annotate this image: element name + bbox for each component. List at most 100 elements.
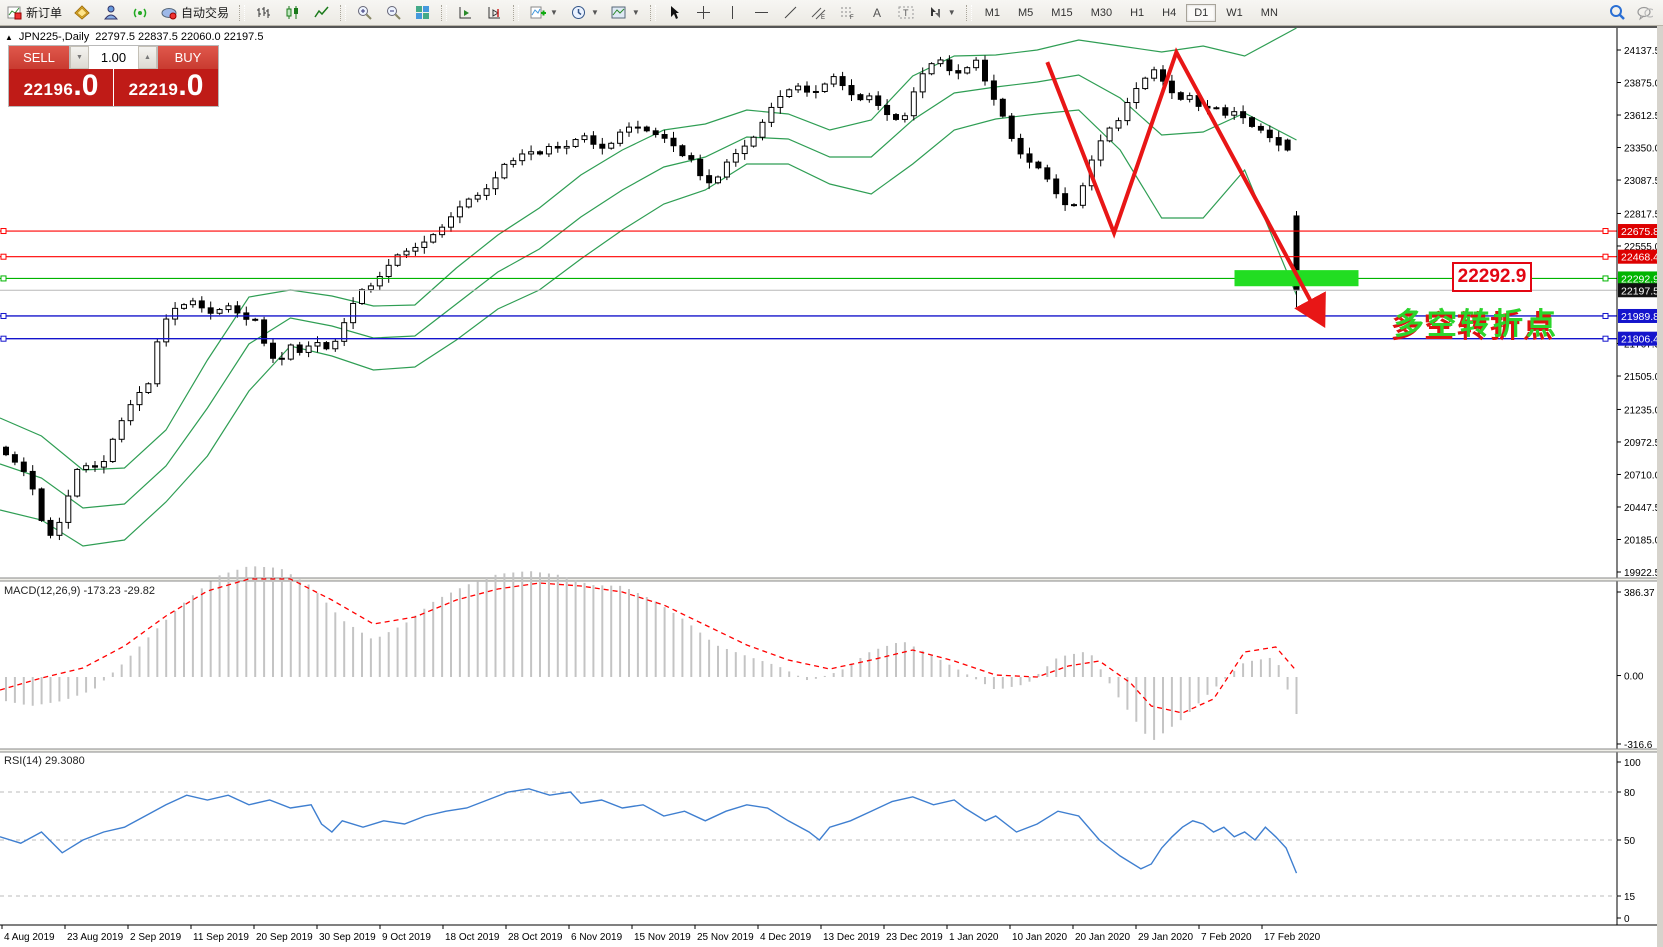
date-tick: 13 Dec 2019 [823,932,880,943]
signals-button[interactable] [127,1,154,24]
timeframe-h1[interactable]: H1 [1122,4,1152,22]
candle-down [662,135,667,139]
chart-canvas[interactable]: 24137.523875.023612.523350.023087.522817… [0,0,1663,947]
line-handle[interactable] [1603,313,1608,318]
bar-chart-button[interactable] [250,1,277,24]
candle-up [449,217,454,227]
channel-button[interactable]: E [806,1,833,24]
search-icon[interactable] [1609,4,1626,21]
profile-button[interactable] [98,1,125,24]
price-annotation-box[interactable]: 22292.9 [1452,262,1532,292]
trendline-button[interactable] [777,1,804,24]
candle-up [520,154,525,161]
timeframe-m5[interactable]: M5 [1010,4,1041,22]
candle-up [413,247,418,251]
zoom-out-button[interactable] [380,1,407,24]
timeframe-m30[interactable]: M30 [1083,4,1120,22]
zoom-in-icon [356,4,373,21]
volume-decrease-button[interactable]: ▼ [70,46,89,69]
macd-name: MACD(12,26,9) [4,585,80,597]
shift-chart-button[interactable] [452,1,479,24]
toolbar-grip [340,5,346,21]
candle-down [1276,138,1281,145]
horizontal-line-button[interactable] [748,1,775,24]
line-handle[interactable] [1,336,6,341]
auto-trading-button[interactable]: 自动交易 [156,1,234,24]
buy-button[interactable]: BUY [158,46,218,69]
candle-up [974,60,979,67]
price-tick: 24137.5 [1624,46,1661,57]
line-handle[interactable] [1,313,6,318]
candle-up [564,146,569,148]
cursor-button[interactable] [661,1,688,24]
candle-up [742,146,747,153]
toolbar-right-group [1609,4,1663,21]
candle-down [199,301,204,308]
line-handle[interactable] [1603,229,1608,234]
candlestick-chart-button[interactable] [279,1,306,24]
timeframe-mn[interactable]: MN [1253,4,1286,22]
buy-price[interactable]: 22219 .0 [114,69,218,106]
community-icon[interactable] [1636,4,1653,21]
line-handle[interactable] [1,276,6,281]
line-handle[interactable] [1603,254,1608,259]
candle-down [1000,99,1005,116]
sell-price-frac: .0 [73,73,98,99]
line-handle[interactable] [1603,276,1608,281]
timeframe-d1[interactable]: D1 [1186,4,1216,22]
candle-up [822,84,827,91]
timeframe-m1[interactable]: M1 [977,4,1008,22]
tile-windows-button[interactable] [409,1,436,24]
volume-value[interactable]: 1.00 [89,46,138,69]
price-tick: 23612.5 [1624,111,1661,122]
ticket-button[interactable] [69,1,96,24]
volume-increase-button[interactable]: ▲ [138,46,157,69]
macd-tick: 386.37 [1624,588,1655,599]
candle-up [609,143,614,148]
fibonacci-button[interactable]: F [835,1,862,24]
horizontal-line-icon [753,4,770,21]
line-handle[interactable] [1,229,6,234]
candle-down [1045,168,1050,179]
line-handle[interactable] [1,254,6,259]
candle-up [128,405,133,421]
candle-up [529,152,534,154]
periods-button[interactable]: ▼ [565,1,604,24]
label-button[interactable]: T [893,1,920,24]
candle-up [101,462,106,468]
timeframe-h4[interactable]: H4 [1154,4,1184,22]
date-tick: 29 Jan 2020 [1138,932,1193,943]
sell-button[interactable]: SELL [9,46,69,69]
collapse-panel-icon[interactable]: ▲ [5,33,13,42]
candle-up [1152,70,1157,78]
candle-up [831,77,836,84]
date-tick: 15 Nov 2019 [634,932,691,943]
timeframe-m15[interactable]: M15 [1043,4,1080,22]
candle-up [226,306,231,310]
text-button[interactable]: A [864,1,891,24]
auto-scroll-button[interactable] [481,1,508,24]
timeframe-w1[interactable]: W1 [1218,4,1251,22]
auto-trading-label: 自动交易 [181,4,229,21]
sell-price[interactable]: 22196 .0 [9,69,113,106]
vertical-line-button[interactable] [719,1,746,24]
crosshair-button[interactable] [690,1,717,24]
template-button[interactable]: ▼ [606,1,645,24]
one-click-trading-panel: SELL ▼ 1.00 ▲ BUY 22196 .0 22219 .0 [8,45,219,107]
candle-up [1107,128,1112,141]
zoom-in-button[interactable] [351,1,378,24]
add-indicator-button[interactable]: ▼ [524,1,563,24]
price-tick: 23087.5 [1624,176,1661,187]
new-order-button[interactable]: 新订单 [1,1,67,24]
price-tick: 20972.5 [1624,438,1661,449]
line-handle[interactable] [1603,336,1608,341]
candle-down [885,105,890,114]
toolbar-group-chart-type [249,0,336,25]
arrows-button[interactable]: ▼ [922,1,961,24]
turning-point-annotation[interactable]: 多空转折点 [1394,299,1559,343]
toolbar-grip [441,5,447,21]
line-chart-button[interactable] [308,1,335,24]
date-tick: 20 Sep 2019 [256,932,313,943]
periods-clock-icon [570,4,587,21]
ticket-icon [74,4,91,21]
